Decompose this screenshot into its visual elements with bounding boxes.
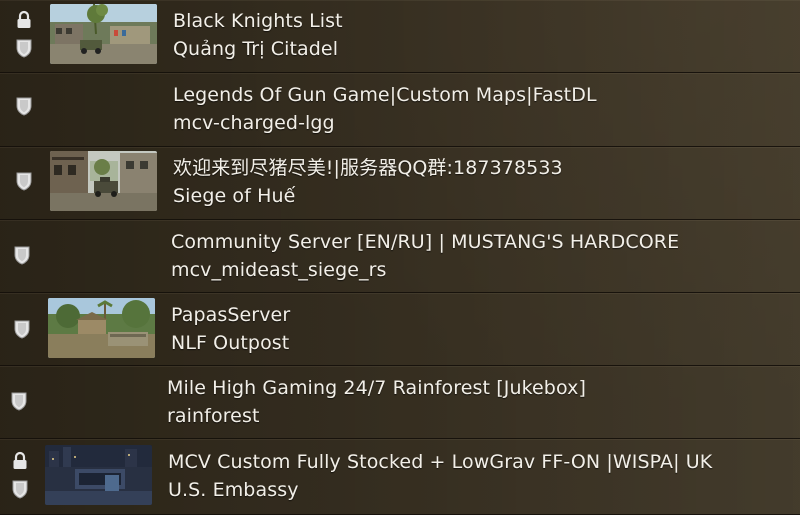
server-status-icons [14, 81, 36, 143]
server-map: NLF Outpost [171, 332, 290, 354]
shield-icon [14, 320, 30, 339]
server-row[interactable]: Legends Of Gun Game|Custom Maps|FastDL m… [0, 73, 800, 147]
map-thumbnail-outpost [48, 298, 155, 358]
map-thumbnail-embassy-night [45, 445, 152, 505]
shield-icon [16, 39, 32, 58]
server-row[interactable]: MCV Custom Fully Stocked + LowGrav FF-ON… [0, 439, 800, 515]
server-name: Legends Of Gun Game|Custom Maps|FastDL [173, 84, 597, 106]
server-map: Siege of Huế [173, 185, 296, 207]
server-status-icons [12, 301, 34, 363]
server-status-icons [14, 8, 36, 70]
server-list: Black Knights List Quảng Trị Citadel Leg… [0, 0, 800, 515]
server-name: 欢迎来到尽猪尽美!|服务器QQ群:187378533 [173, 157, 563, 179]
shield-icon [16, 172, 32, 191]
shield-icon [12, 480, 28, 499]
server-row[interactable]: 欢迎来到尽猪尽美!|服务器QQ群:187378533 Siege of Huế [0, 147, 800, 220]
server-name: PapasServer [171, 304, 291, 326]
server-row[interactable]: Community Server [EN/RU] | MUSTANG'S HAR… [0, 220, 800, 293]
shield-icon [11, 392, 27, 411]
shield-icon [16, 97, 32, 116]
server-row[interactable]: Black Knights List Quảng Trị Citadel [0, 0, 800, 73]
server-status-icons [14, 155, 36, 217]
server-map: mcv-charged-lgg [173, 112, 335, 134]
server-status-icons [12, 228, 34, 290]
server-name: MCV Custom Fully Stocked + LowGrav FF-ON… [168, 451, 713, 473]
server-map: mcv_mideast_siege_rs [171, 259, 387, 281]
server-name: Mile High Gaming 24/7 Rainforest [Jukebo… [167, 377, 586, 399]
server-row[interactable]: Mile High Gaming 24/7 Rainforest [Jukebo… [0, 366, 800, 439]
map-thumbnail-street [50, 151, 157, 211]
lock-icon [17, 10, 31, 28]
server-map: U.S. Embassy [168, 479, 299, 501]
map-thumbnail-jungle-village [50, 4, 157, 64]
server-map: Quảng Trị Citadel [173, 38, 339, 60]
lock-icon [13, 451, 27, 469]
server-name: Black Knights List [173, 10, 343, 32]
server-map: rainforest [167, 405, 260, 427]
shield-icon [14, 246, 30, 265]
server-status-icons [9, 374, 31, 436]
server-name: Community Server [EN/RU] | MUSTANG'S HAR… [171, 231, 680, 253]
server-row[interactable]: PapasServer NLF Outpost [0, 293, 800, 366]
server-status-icons [10, 449, 32, 511]
